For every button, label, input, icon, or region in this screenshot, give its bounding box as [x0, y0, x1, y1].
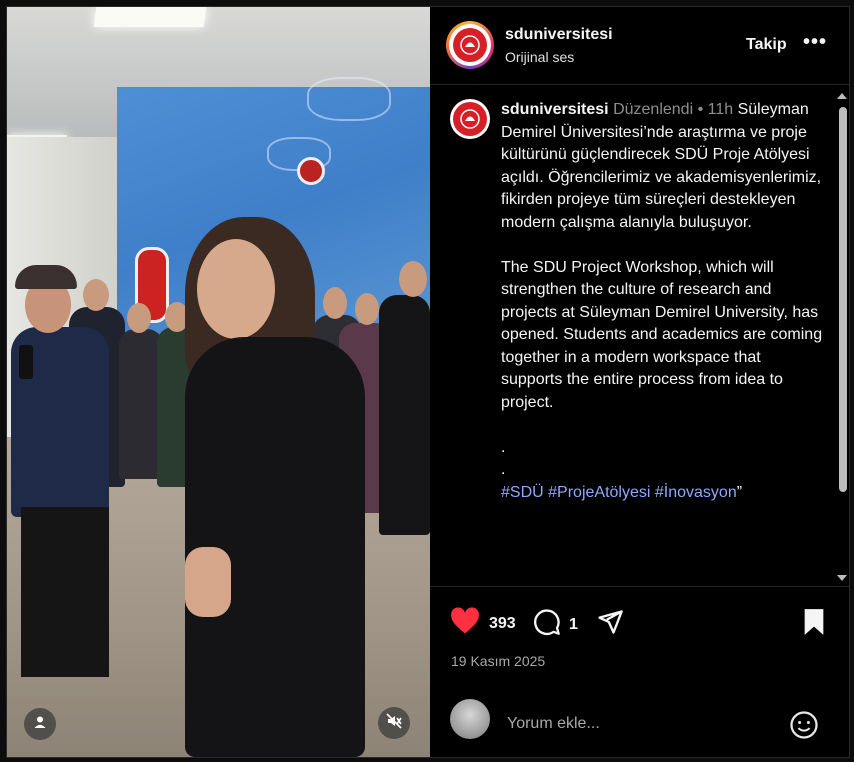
man-phone [19, 345, 33, 379]
comment-group: 1 [532, 608, 578, 641]
mural-doodle [307, 77, 391, 121]
heart-icon[interactable] [450, 607, 480, 640]
caption-scroll-thumb[interactable] [839, 107, 847, 492]
background-person-head [399, 261, 427, 297]
post-modal: sduniversitesi Orijinal ses Takip ••• sd… [6, 6, 850, 758]
bookmark-icon[interactable] [802, 608, 826, 641]
scroll-down-arrow-icon[interactable] [837, 575, 847, 581]
caption-username[interactable]: sduniversitesi [501, 101, 609, 118]
more-options-icon[interactable]: ••• [803, 31, 827, 54]
background-person-head [83, 279, 109, 311]
background-person-head [323, 287, 347, 319]
comment-count[interactable]: 1 [569, 616, 578, 634]
share-icon[interactable] [595, 608, 625, 641]
mural-emblem [297, 157, 325, 185]
woman-face [197, 239, 275, 339]
caption-avatar[interactable] [450, 99, 490, 139]
like-count[interactable]: 393 [489, 615, 516, 633]
avatar[interactable] [449, 24, 491, 66]
post-date: 19 Kasım 2025 [451, 653, 546, 669]
comment-input[interactable]: Yorum ekle... [507, 715, 600, 733]
hashtag-line: #SDÜ #ProjeAtölyesi #İnovasyon” [501, 482, 823, 505]
follow-button[interactable]: Takip [746, 36, 787, 54]
like-group: 393 [450, 607, 516, 640]
university-logo-icon [453, 28, 487, 62]
caption-english: The SDU Project Workshop, which will str… [501, 258, 823, 411]
man-trousers [21, 507, 109, 677]
caption-turkish: Süleyman Demirel Üniversitesi’nde araştı… [501, 101, 822, 231]
scroll-up-arrow-icon[interactable] [837, 93, 847, 99]
ceiling-light [93, 7, 207, 27]
background-person-head [127, 303, 151, 333]
post-side-panel: sduniversitesi Orijinal ses Takip ••• sd… [430, 7, 849, 757]
hashtag-link[interactable]: #ProjeAtölyesi [548, 484, 650, 501]
caption-time[interactable]: 11h [708, 101, 734, 118]
caption-dot: . [501, 438, 506, 456]
share-group [595, 608, 625, 641]
meta-separator: • [697, 101, 704, 118]
man-cap [15, 265, 77, 289]
background-person [379, 295, 430, 535]
tagged-users-button[interactable] [24, 708, 56, 740]
caption-dot: . [501, 461, 506, 478]
post-header: sduniversitesi Orijinal ses Takip ••• [430, 7, 849, 85]
background-person-head [355, 293, 379, 325]
save-group [802, 608, 826, 641]
edited-label: Düzenlendi [613, 101, 694, 118]
hashtag-link[interactable]: #İnovasyon [655, 484, 737, 501]
caption-area: sduniversitesi Düzenlendi • 11h Süleyman… [430, 85, 835, 585]
reel-video[interactable] [7, 7, 430, 757]
user-icon [33, 715, 47, 734]
woman-hands [185, 547, 231, 617]
closing-quote: ” [736, 483, 743, 501]
post-username[interactable]: sduniversitesi [505, 26, 613, 44]
speaker-muted-icon [386, 712, 402, 734]
emoji-icon[interactable] [789, 710, 819, 745]
mute-toggle-button[interactable] [378, 707, 410, 739]
post-actions: 393 1 19 Kasım 2025 Yorum ekle... [430, 586, 849, 757]
comment-icon[interactable] [532, 608, 562, 641]
caption-text: sduniversitesi Düzenlendi • 11h Süleyman… [501, 99, 823, 504]
university-logo-icon [453, 102, 487, 136]
audio-label[interactable]: Orijinal ses [505, 49, 574, 65]
hashtag-link[interactable]: #SDÜ [501, 484, 544, 501]
current-user-avatar [450, 699, 490, 739]
